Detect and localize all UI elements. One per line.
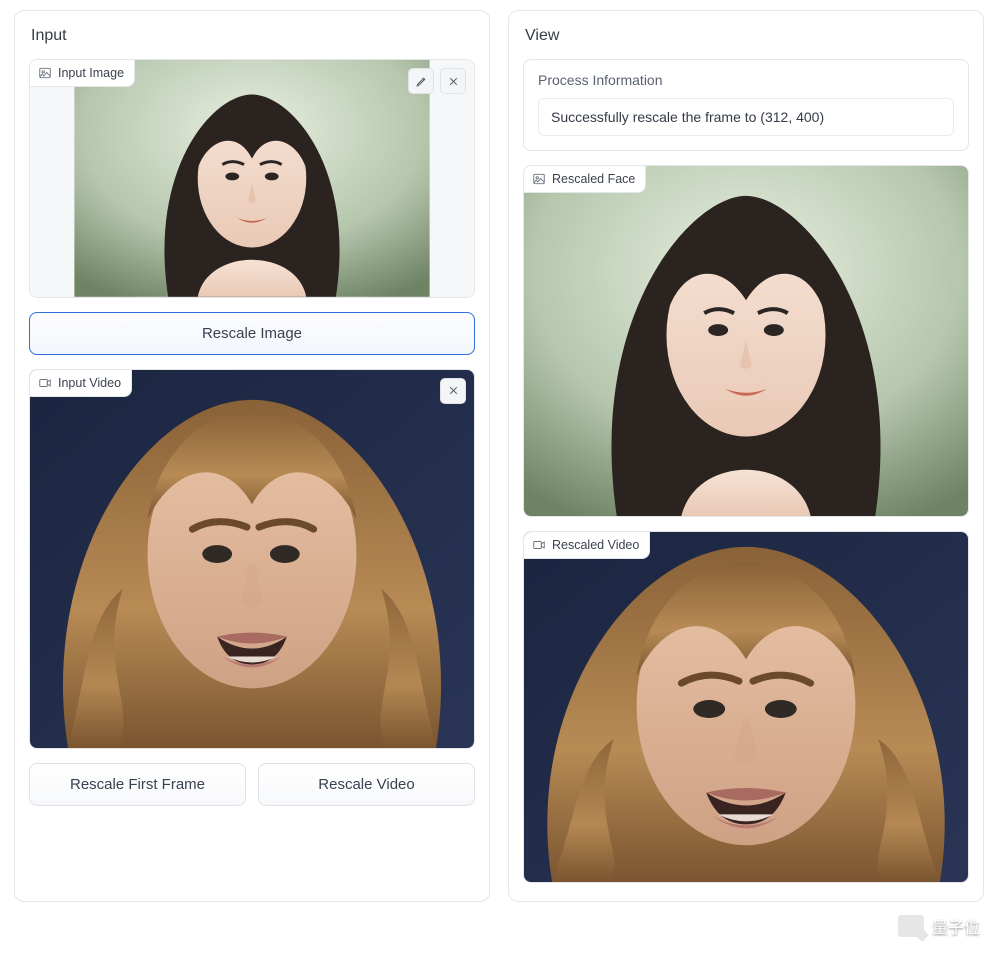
view-panel-title: View (525, 27, 969, 45)
rescaled-video-tag: Rescaled Video (524, 532, 650, 559)
rescaled-face-thumb (524, 166, 968, 516)
input-video-thumb (30, 370, 474, 748)
rescaled-face-tag: Rescaled Face (524, 166, 646, 193)
input-image-box[interactable]: Input Image (29, 59, 475, 298)
image-icon (38, 66, 52, 80)
process-info-title: Process Information (538, 72, 954, 88)
view-panel: View Process Information Successfully re… (508, 10, 984, 902)
rescaled-video-thumb (524, 532, 968, 882)
clear-video-button[interactable] (440, 378, 466, 404)
input-image-tag: Input Image (30, 60, 135, 87)
edit-image-button[interactable] (408, 68, 434, 94)
rescale-first-frame-button[interactable]: Rescale First Frame (29, 763, 246, 806)
clear-image-button[interactable] (440, 68, 466, 94)
video-icon (38, 376, 52, 390)
input-video-box[interactable]: Input Video (29, 369, 475, 749)
image-icon (532, 172, 546, 186)
process-info-block: Process Information Successfully rescale… (523, 59, 969, 151)
rescaled-face-box[interactable]: Rescaled Face (523, 165, 969, 517)
input-image-thumb (30, 60, 474, 297)
rescale-image-button[interactable]: Rescale Image (29, 312, 475, 355)
rescaled-video-box[interactable]: Rescaled Video (523, 531, 969, 883)
close-icon (447, 75, 460, 88)
input-panel-title: Input (31, 27, 475, 45)
video-icon (532, 538, 546, 552)
input-panel: Input (14, 10, 490, 902)
watermark-text: 量子位 (932, 914, 980, 938)
close-icon (447, 384, 460, 397)
rescale-video-button[interactable]: Rescale Video (258, 763, 475, 806)
wechat-icon (898, 915, 924, 937)
pencil-icon (415, 75, 428, 88)
input-video-tag: Input Video (30, 370, 132, 397)
rescaled-face-tag-label: Rescaled Face (552, 172, 635, 186)
watermark: 量子位 (898, 914, 980, 938)
input-image-tag-label: Input Image (58, 66, 124, 80)
rescaled-video-tag-label: Rescaled Video (552, 538, 639, 552)
process-info-body: Successfully rescale the frame to (312, … (538, 98, 954, 136)
input-video-tag-label: Input Video (58, 376, 121, 390)
